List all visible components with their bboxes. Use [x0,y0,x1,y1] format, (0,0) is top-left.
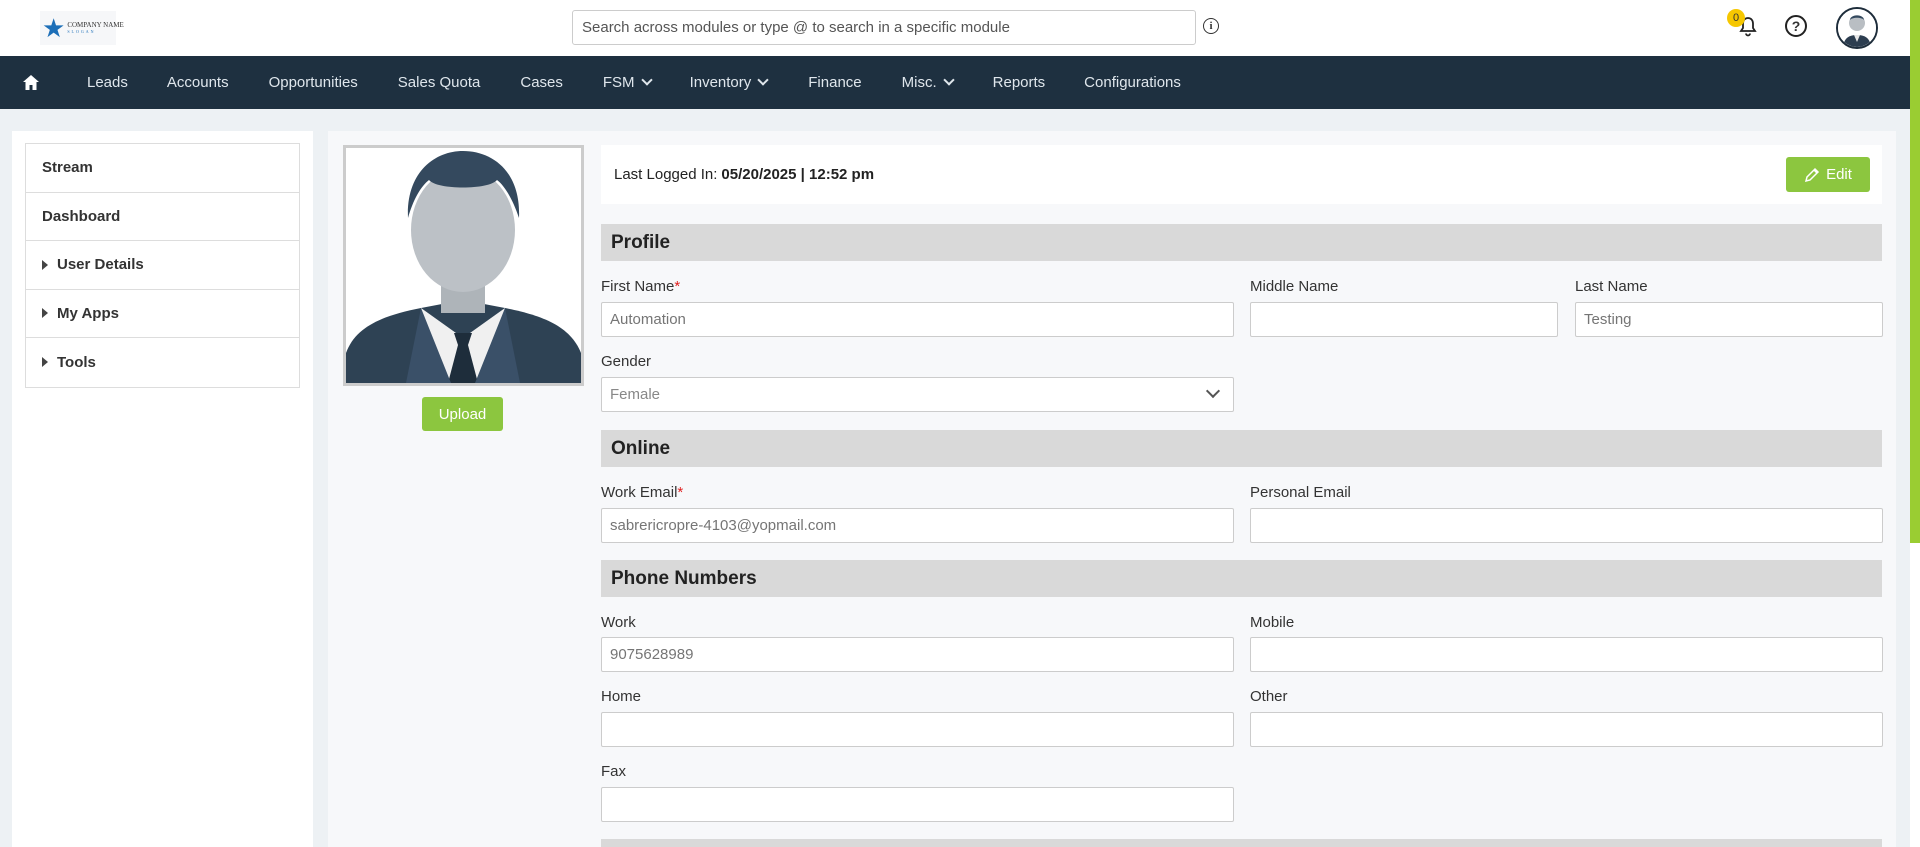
pencil-icon [1805,167,1820,182]
nav-fsm-label: FSM [602,74,635,91]
logo-tagline: SLOGAN [67,28,96,34]
required-mark: * [677,484,684,501]
first-name-label: First Name* [601,278,681,295]
section-online-header: Online [601,430,1882,467]
sidebar-item-label: Tools [57,353,96,371]
default-person-icon [346,148,581,383]
sidebar-item-my-apps[interactable]: My Apps [26,290,299,338]
home-phone-input[interactable] [601,712,1234,747]
upload-photo-button[interactable]: Upload [422,397,503,431]
personal-email-input[interactable] [1250,508,1883,543]
personal-email-label: Personal Email [1250,484,1351,501]
other-phone-input[interactable] [1250,712,1883,747]
global-search-input[interactable] [572,10,1196,45]
top-header: ★ COMPANY NAMESLOGAN i 0 ? [0,0,1910,56]
caret-right-icon [42,308,48,319]
work-email-label: Work Email* [601,484,684,501]
avatar-person-icon [1838,9,1876,47]
nav-cases[interactable]: Cases [520,56,563,109]
first-name-input[interactable] [601,302,1234,337]
sidebar-menu: Stream Dashboard User Details My Apps To… [25,143,300,388]
home-icon [23,75,39,90]
last-login-value: 05/20/2025 | 12:52 pm [721,166,875,183]
gender-select[interactable]: Female [601,377,1234,412]
nav-misc[interactable]: Misc. [901,56,955,109]
required-mark: * [674,278,681,295]
sidebar-item-user-details[interactable]: User Details [26,241,299,290]
help-icon[interactable]: ? [1785,15,1807,37]
sidebar-item-stream[interactable]: Stream [26,144,299,193]
sidebar-item-label: Stream [42,159,93,177]
nav-reports[interactable]: Reports [993,56,1046,109]
sidebar-item-tools[interactable]: Tools [26,338,299,387]
scrollbar-thumb[interactable] [1910,0,1920,543]
last-login-bar: Last Logged In: 05/20/2025 | 12:52 pm [601,145,1882,204]
sidebar-item-dashboard[interactable]: Dashboard [26,193,299,241]
profile-photo [343,145,584,386]
nav-inventory-label: Inventory [689,74,752,91]
sidebar-item-label: User Details [57,256,144,274]
nav-accounts[interactable]: Accounts [167,56,229,109]
nav-misc-label: Misc. [901,74,937,91]
nav-fsm[interactable]: FSM [602,56,653,109]
middle-name-input[interactable] [1250,302,1558,337]
mobile-phone-label: Mobile [1250,614,1295,631]
gender-selected-value: Female [610,386,661,403]
section-profile-header: Profile [601,224,1882,261]
section-title: Phone Numbers [611,567,757,589]
chevron-down-icon [640,74,653,86]
page-scrollbar[interactable] [1910,0,1920,847]
nav-sales-quota[interactable]: Sales Quota [398,56,481,109]
last-name-label: Last Name [1575,278,1648,295]
notification-count-badge[interactable]: 0 [1727,9,1745,27]
company-logo[interactable]: ★ COMPANY NAME SLOGAN [40,11,124,45]
nav-configurations[interactable]: Configurations [1084,56,1181,109]
user-avatar[interactable] [1836,7,1878,49]
logo-star-icon: ★ [42,13,66,43]
caret-right-icon [42,357,48,368]
chevron-down-icon [942,74,955,86]
gender-label: Gender [601,353,652,370]
sidebar-item-label: Dashboard [42,207,121,225]
info-icon[interactable]: i [1203,18,1219,34]
last-name-input[interactable] [1575,302,1883,337]
middle-name-label: Middle Name [1250,278,1339,295]
work-email-input[interactable] [601,508,1234,543]
nav-leads[interactable]: Leads [87,56,128,109]
home-phone-label: Home [601,688,642,705]
main-nav: Leads Accounts Opportunities Sales Quota… [0,56,1910,109]
left-panel: Stream Dashboard User Details My Apps To… [12,131,313,847]
fax-input[interactable] [601,787,1234,822]
edit-button[interactable]: Edit [1786,157,1870,192]
last-login-label: Last Logged In: [614,166,718,183]
mobile-phone-input[interactable] [1250,637,1883,672]
section-title: Online [611,437,671,459]
home-nav-button[interactable] [0,56,62,109]
logo-text: COMPANY NAME [67,20,124,29]
section-phone-header: Phone Numbers [601,560,1882,597]
work-phone-input[interactable] [601,637,1234,672]
section-title: Profile [611,231,671,253]
fax-label: Fax [601,763,627,780]
nav-inventory[interactable]: Inventory [689,56,769,109]
sidebar-item-label: My Apps [57,304,119,322]
next-section-header [601,839,1882,847]
nav-opportunities[interactable]: Opportunities [269,56,358,109]
chevron-down-icon [757,74,769,86]
nav-finance[interactable]: Finance [808,56,861,109]
other-phone-label: Other [1250,688,1288,705]
edit-button-label: Edit [1826,166,1852,183]
caret-right-icon [42,259,48,270]
work-phone-label: Work [601,614,636,631]
